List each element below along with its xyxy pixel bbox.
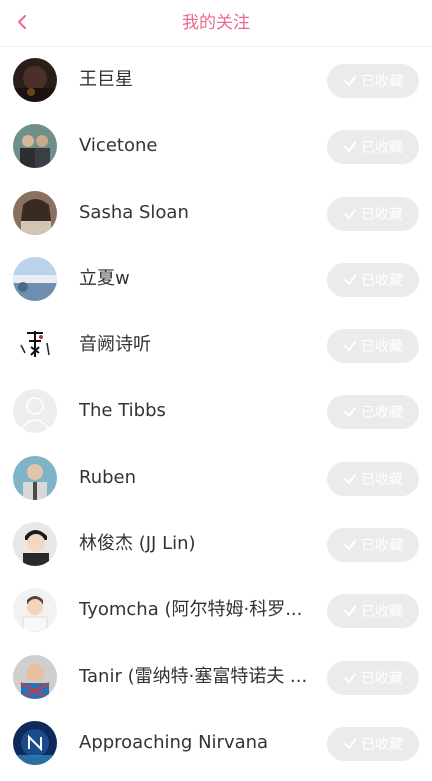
artist-name: 音阙诗听 <box>79 334 151 356</box>
followed-button[interactable]: 已收藏 <box>327 130 419 165</box>
followed-button[interactable]: 已收藏 <box>327 395 419 430</box>
chevron-left-icon <box>18 15 26 29</box>
page-title: 我的关注 <box>182 13 250 33</box>
avatar <box>13 58 57 102</box>
avatar <box>13 588 57 633</box>
followed-button[interactable]: 已收藏 <box>327 726 419 761</box>
followed-button-label: 已收藏 <box>361 736 403 753</box>
followed-button[interactable]: 已收藏 <box>327 196 419 231</box>
check-icon <box>344 738 356 749</box>
artist-name: Tyomcha (阿尔特姆·科罗... <box>79 599 303 621</box>
followed-button-label: 已收藏 <box>361 471 403 488</box>
list-item[interactable]: The Tibbs 已收藏 <box>0 378 432 444</box>
followed-button[interactable]: 已收藏 <box>327 461 419 496</box>
list-item[interactable]: Ruben 已收藏 <box>0 445 432 511</box>
check-icon <box>344 407 356 418</box>
list-item[interactable]: 立夏w 已收藏 <box>0 246 432 312</box>
avatar <box>13 654 57 699</box>
artist-name: Tanir (雷纳特·塞富特诺夫 ... <box>79 665 308 687</box>
avatar <box>13 389 57 434</box>
check-icon <box>344 540 356 551</box>
avatar <box>13 323 57 368</box>
list-item[interactable]: Sasha Sloan 已收藏 <box>0 180 432 246</box>
list-item[interactable]: 林俊杰 (JJ Lin) 已收藏 <box>0 511 432 577</box>
followed-button[interactable]: 已收藏 <box>327 528 419 563</box>
list-item[interactable]: Tanir (雷纳特·塞富特诺夫 ... 已收藏 <box>0 644 432 710</box>
followed-button[interactable]: 已收藏 <box>327 594 419 629</box>
check-icon <box>344 76 356 86</box>
check-icon <box>344 142 356 153</box>
avatar <box>13 124 57 169</box>
avatar <box>13 720 57 765</box>
followed-button-label: 已收藏 <box>361 405 403 422</box>
artist-name: Approaching Nirvana <box>79 731 269 753</box>
check-icon <box>344 606 356 617</box>
followed-button-label: 已收藏 <box>361 140 403 157</box>
artist-name: 王巨星 <box>79 69 133 90</box>
followed-button-label: 已收藏 <box>361 272 403 289</box>
list-item[interactable]: 音阙诗听 已收藏 <box>0 312 432 378</box>
followed-button-label: 已收藏 <box>361 604 403 621</box>
check-icon <box>344 208 356 219</box>
avatar <box>13 522 57 567</box>
header-bar: 我的关注 <box>0 0 432 47</box>
followed-button-label: 已收藏 <box>361 206 403 223</box>
followed-button-label: 已收藏 <box>361 339 403 356</box>
following-list: 王巨星 已收藏 Vicetone 已收藏 Sasha Sloan 已收藏 立夏w… <box>0 47 432 776</box>
list-item[interactable]: Tyomcha (阿尔特姆·科罗... 已收藏 <box>0 577 432 643</box>
check-icon <box>344 473 356 484</box>
avatar <box>13 455 57 500</box>
artist-name: 立夏w <box>79 267 130 289</box>
artist-name: The Tibbs <box>79 400 166 422</box>
followed-button[interactable]: 已收藏 <box>327 64 419 98</box>
avatar <box>13 256 57 301</box>
check-icon <box>344 341 356 352</box>
artist-name: Vicetone <box>79 135 158 157</box>
artist-name: 林俊杰 (JJ Lin) <box>79 533 196 555</box>
followed-button-label: 已收藏 <box>361 74 403 90</box>
artist-name: Sasha Sloan <box>79 201 189 223</box>
followed-button[interactable]: 已收藏 <box>327 660 419 695</box>
avatar <box>13 190 57 235</box>
followed-button[interactable]: 已收藏 <box>327 329 419 364</box>
followed-button-label: 已收藏 <box>361 538 403 555</box>
back-button[interactable] <box>8 8 36 36</box>
list-item[interactable]: Vicetone 已收藏 <box>0 113 432 179</box>
list-item[interactable]: Approaching Nirvana 已收藏 <box>0 710 432 776</box>
artist-name: Ruben <box>79 466 137 488</box>
followed-button[interactable]: 已收藏 <box>327 262 419 297</box>
check-icon <box>344 672 356 683</box>
check-icon <box>344 274 356 285</box>
followed-button-label: 已收藏 <box>361 670 403 687</box>
list-item[interactable]: 王巨星 已收藏 <box>0 47 432 113</box>
